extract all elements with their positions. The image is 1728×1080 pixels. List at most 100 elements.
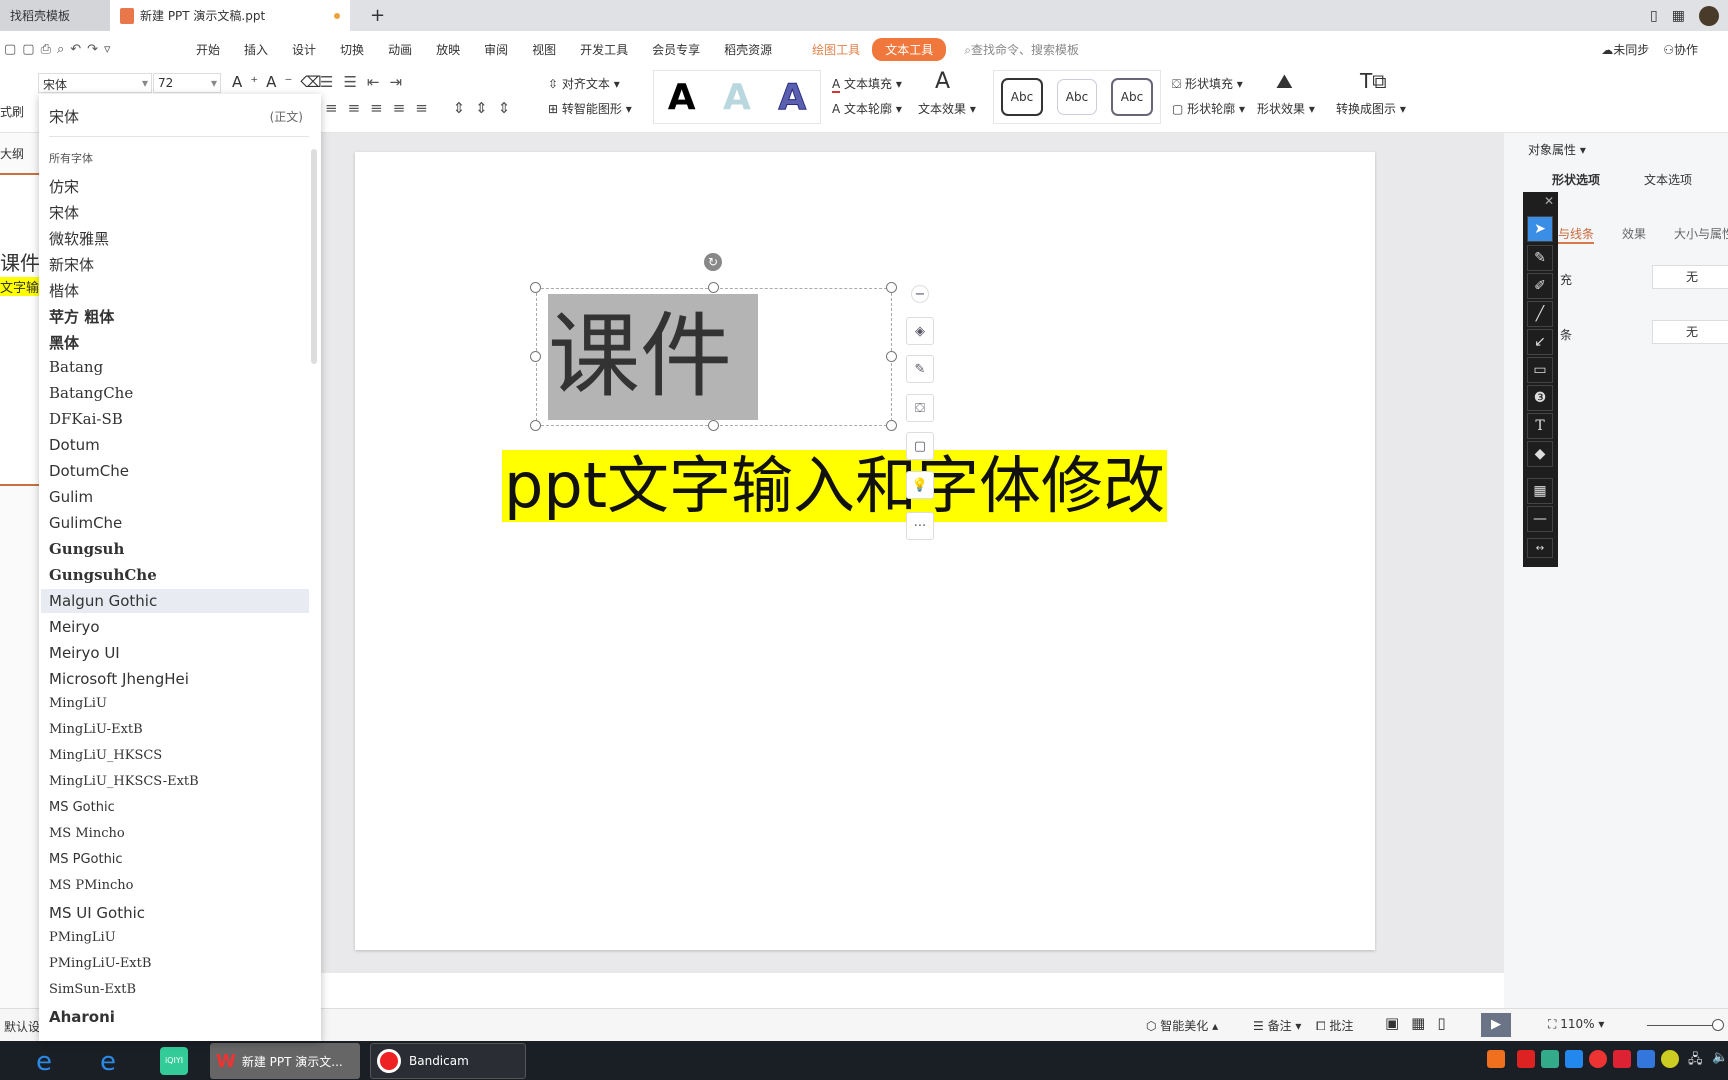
font-item[interactable]: MS UI Gothic — [49, 904, 145, 922]
menu-animation[interactable]: 动画 — [376, 41, 424, 58]
notes-button[interactable]: ☰ 备注 ▾ — [1253, 1017, 1301, 1034]
network-icon[interactable]: 🖧 — [1688, 1050, 1703, 1072]
menu-review[interactable]: 审阅 — [472, 41, 520, 58]
font-item[interactable]: Meiryo UI — [49, 644, 120, 662]
font-item[interactable]: Dotum — [49, 436, 100, 454]
line-width-icon[interactable]: — — [1527, 506, 1553, 532]
cursor-icon[interactable]: ➤ — [1527, 216, 1553, 242]
numbering-icon[interactable]: ❸ — [1527, 385, 1553, 411]
font-item[interactable]: GungsuhChe — [49, 566, 157, 584]
taskbar-bandicam[interactable]: Bandicam — [370, 1043, 526, 1079]
menu-member[interactable]: 会员专享 — [640, 41, 712, 58]
font-item[interactable]: PMingLiU-ExtB — [49, 956, 151, 971]
tab-shape-options[interactable]: 形状选项 — [1552, 171, 1600, 188]
text-effect-button[interactable]: 文本效果 ▾ — [918, 100, 976, 117]
sogou-icon[interactable] — [1487, 1050, 1505, 1068]
arrow-icon[interactable]: ↙ — [1527, 329, 1553, 355]
menu-insert[interactable]: 插入 — [232, 41, 280, 58]
resize-handle[interactable] — [530, 282, 541, 293]
slide-subtitle[interactable]: ppt文字输入和字体修改 — [502, 450, 1168, 522]
wordart-black[interactable]: A — [668, 77, 696, 118]
text-icon[interactable]: T — [1527, 413, 1553, 439]
subtab-size[interactable]: 大小与属性 — [1674, 225, 1728, 242]
font-item[interactable]: Microsoft JhengHei — [49, 670, 189, 688]
font-item[interactable]: 苹方 粗体 — [49, 306, 114, 327]
scrollbar[interactable] — [311, 149, 317, 364]
outline-tab[interactable]: 大纲 — [0, 145, 24, 162]
beautify-button[interactable]: ⬡ 智能美化 ▴ — [1146, 1017, 1218, 1034]
font-item[interactable]: MingLiU-ExtB — [49, 722, 143, 737]
marker-icon[interactable]: ✐ — [1527, 273, 1553, 299]
tab-document[interactable]: 新建 PPT 演示文稿.ppt — [110, 0, 350, 31]
font-item[interactable]: DFKai-SB — [49, 410, 123, 428]
avatar[interactable] — [1698, 5, 1719, 26]
font-item[interactable]: MS Gothic — [49, 800, 115, 815]
zoom-control[interactable]: ⛶ 110% ▾ — [1548, 1017, 1604, 1032]
tray-icon[interactable] — [1613, 1050, 1631, 1068]
shape-fill-button[interactable]: ⛋ 形状填充 ▾ — [1172, 75, 1243, 92]
font-item[interactable]: BatangChe — [49, 384, 133, 402]
pen-icon[interactable]: ✎ — [906, 355, 934, 383]
wps-tray-icon[interactable] — [1517, 1050, 1535, 1068]
font-item[interactable]: MS PGothic — [49, 852, 123, 867]
font-item[interactable]: 微软雅黑 — [49, 228, 109, 249]
shape-style-gallery[interactable]: Abc Abc Abc — [993, 70, 1161, 124]
zoom-slider[interactable] — [1647, 1025, 1717, 1026]
iqiyi-icon[interactable]: iQIYI — [160, 1047, 188, 1075]
font-item[interactable]: MingLiU — [49, 696, 107, 711]
sync-status[interactable]: ☁未同步 — [1601, 41, 1649, 58]
eraser-icon[interactable]: ◆ — [1527, 441, 1553, 467]
zoom-slider-thumb[interactable] — [1712, 1019, 1724, 1031]
subtab-fill-line[interactable]: 与线条 — [1558, 225, 1595, 244]
font-item[interactable]: Malgun Gothic — [49, 592, 157, 610]
menu-resources[interactable]: 稻壳资源 — [712, 41, 784, 58]
shape-style-3[interactable]: Abc — [1110, 78, 1154, 116]
font-item[interactable]: GulimChe — [49, 514, 122, 532]
menu-start[interactable]: 开始 — [184, 41, 232, 58]
iqiyi-tray-icon[interactable] — [1541, 1050, 1559, 1068]
font-item[interactable]: MingLiU_HKSCS — [49, 748, 162, 763]
font-item[interactable]: Aharoni — [49, 1008, 115, 1026]
resize-handle[interactable] — [886, 351, 897, 362]
volume-icon[interactable]: 🔈 — [1712, 1050, 1728, 1065]
play-button[interactable]: ▶ — [1481, 1013, 1511, 1037]
menu-transition[interactable]: 切换 — [328, 41, 376, 58]
ie-icon-2[interactable]: e — [100, 1047, 116, 1077]
font-item[interactable]: 仿宋 — [49, 176, 79, 197]
font-item[interactable]: 新宋体 — [49, 254, 94, 275]
resize-handle[interactable] — [708, 282, 719, 293]
align-text-button[interactable]: ⇳ 对齐文本 ▾ — [548, 75, 620, 92]
font-name-input[interactable]: 宋体 ▾ — [38, 73, 152, 93]
line-icon[interactable]: ╱ — [1527, 301, 1553, 327]
collapse-icon[interactable]: − — [911, 285, 929, 303]
slide-canvas[interactable] — [355, 152, 1375, 950]
font-size-input[interactable]: 72 ▾ — [153, 73, 221, 93]
font-item[interactable]: Batang — [49, 358, 103, 376]
format-painter[interactable]: 式刷 — [0, 103, 24, 120]
smart-shape-button[interactable]: ⊞ 转智能图形 ▾ — [548, 100, 632, 117]
wordart-gallery[interactable]: A A A — [653, 70, 821, 124]
font-item[interactable]: 黑体 — [49, 332, 79, 353]
menu-view[interactable]: 视图 — [520, 41, 568, 58]
resize-handle[interactable] — [886, 282, 897, 293]
shape-effect-button[interactable]: 形状效果 ▾ — [1257, 100, 1315, 117]
opacity-icon[interactable]: ▦ — [1527, 478, 1553, 504]
wordart-light[interactable]: A — [723, 77, 751, 118]
text-outline-button[interactable]: A 文本轮廓 ▾ — [832, 100, 902, 117]
font-item[interactable]: PMingLiU — [49, 930, 116, 945]
menu-developer[interactable]: 开发工具 — [568, 41, 640, 58]
shape-outline-button[interactable]: ▢ 形状轮廓 ▾ — [1172, 100, 1245, 117]
ie-icon[interactable]: e — [36, 1047, 52, 1077]
collab-button[interactable]: ⚇协作 — [1663, 41, 1698, 58]
resize-handle[interactable] — [530, 420, 541, 431]
wordart-outline[interactable]: A — [778, 76, 807, 118]
outline-icon[interactable]: ▢ — [906, 432, 934, 460]
more-icon[interactable]: ··· — [906, 512, 934, 540]
close-icon[interactable]: ✕ — [1544, 194, 1554, 208]
menu-text-tools[interactable]: 文本工具 — [872, 37, 947, 61]
font-item[interactable]: SimSun-ExtB — [49, 982, 136, 997]
font-item[interactable]: DotumChe — [49, 462, 129, 480]
tray-icon-3[interactable] — [1661, 1050, 1679, 1068]
layers-icon[interactable]: ◈ — [906, 317, 934, 345]
comment-button[interactable]: ⧠ 批注 — [1316, 1017, 1353, 1034]
